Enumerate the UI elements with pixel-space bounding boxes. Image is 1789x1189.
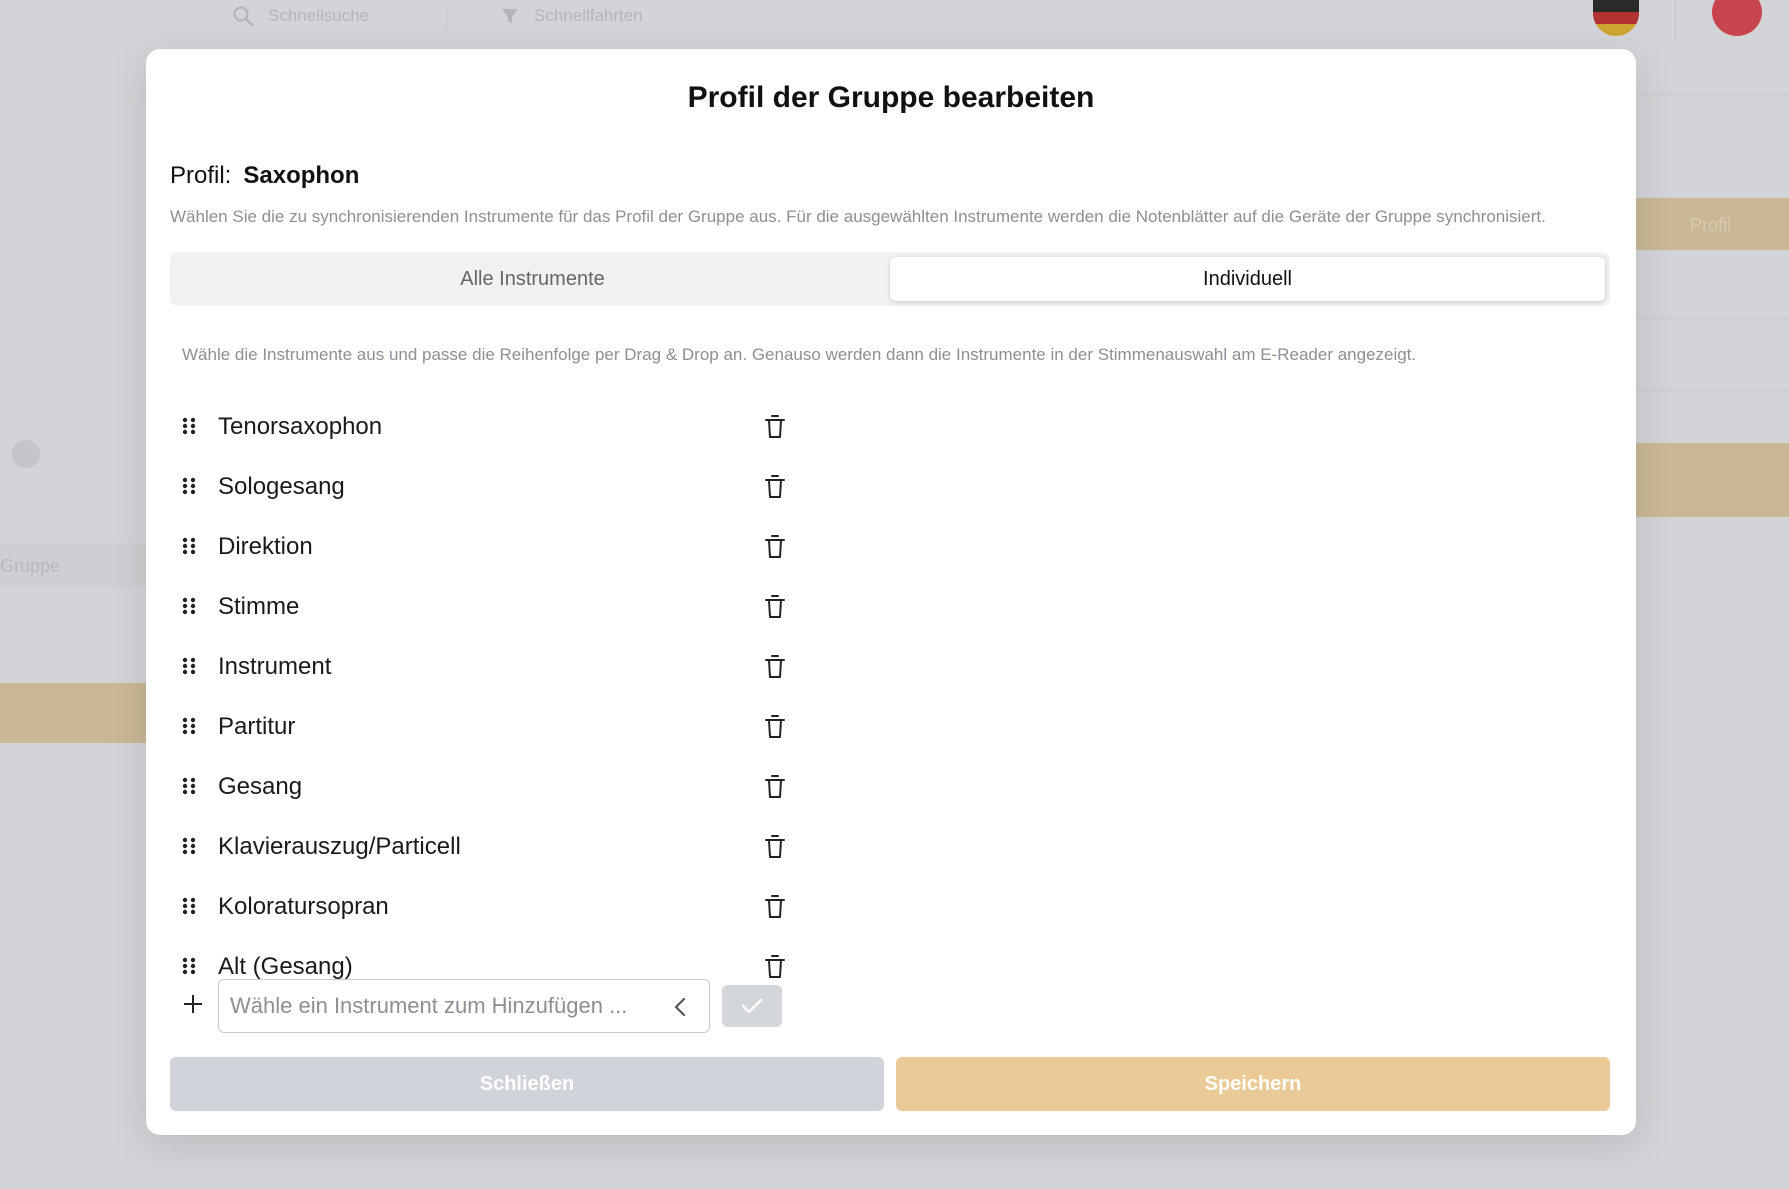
instrument-name: Gesang	[218, 773, 303, 800]
add-instrument-row	[182, 979, 802, 1035]
instrument-mode-tabs: Alle Instrumente Individuell	[170, 252, 1610, 306]
instrument-name: Stimme	[218, 593, 300, 620]
dialog-title: Profil der Gruppe bearbeiten	[687, 81, 1095, 114]
background-line	[1636, 390, 1789, 391]
chevron-left-icon[interactable]	[673, 997, 687, 1017]
drag-handle-icon[interactable]	[182, 656, 202, 680]
instrument-name: Direktion	[218, 533, 313, 560]
instrument-row[interactable]: Sologesang	[182, 461, 802, 521]
profile-description: Wählen Sie die zu synchronisierenden Ins…	[170, 207, 1546, 226]
avatar	[1712, 0, 1762, 36]
instrument-row[interactable]: Koloratursopran	[182, 881, 802, 941]
edit-group-profile-dialog: Profil der Gruppe bearbeiten Profil: Sax…	[146, 49, 1636, 1135]
drag-handle-icon[interactable]	[182, 896, 202, 920]
trash-icon	[764, 534, 786, 560]
instrument-name: Koloratursopran	[218, 893, 389, 920]
plus-icon	[184, 995, 202, 1013]
drag-handle-icon[interactable]	[182, 416, 202, 440]
instrument-name: Sologesang	[218, 473, 345, 500]
trash-icon	[764, 774, 786, 800]
check-icon	[741, 998, 763, 1014]
background-search-text: Schnellsuche	[268, 6, 370, 25]
drag-handle-icon[interactable]	[182, 836, 202, 860]
profile-label: Profil:	[170, 162, 232, 189]
drag-handle-icon[interactable]	[182, 776, 202, 800]
close-button[interactable]: Schließen	[170, 1057, 884, 1111]
save-button[interactable]: Speichern	[896, 1057, 1610, 1111]
trash-icon	[764, 474, 786, 500]
trash-icon	[764, 594, 786, 620]
delete-instrument-button[interactable]	[758, 469, 792, 505]
background-divider	[446, 6, 447, 30]
trash-icon	[764, 714, 786, 740]
trash-icon	[764, 414, 786, 440]
background-avatar	[12, 440, 40, 468]
confirm-add-button[interactable]	[722, 985, 782, 1027]
instrument-row[interactable]: Direktion	[182, 521, 802, 581]
instrument-select[interactable]	[218, 979, 710, 1033]
background-text-2: Profil	[1690, 215, 1732, 235]
drag-handle-icon[interactable]	[182, 716, 202, 740]
background-search-text-2: Schnellfahrten	[534, 6, 643, 25]
delete-instrument-button[interactable]	[758, 529, 792, 565]
background-highlight	[0, 683, 150, 743]
delete-instrument-button[interactable]	[758, 769, 792, 805]
drag-drop-hint: Wähle die Instrumente aus und passe die …	[182, 345, 1417, 364]
background-topbar: Schnellsuche Schnellfahrten	[0, 0, 1789, 40]
instrument-name: Tenorsaxophon	[218, 413, 383, 440]
drag-handle-icon[interactable]	[182, 476, 202, 500]
german-flag-icon	[1593, 0, 1639, 36]
instrument-select-input[interactable]	[230, 993, 650, 1019]
tab-individual[interactable]: Individuell	[890, 257, 1605, 301]
instrument-row[interactable]: Tenorsaxophon	[182, 401, 802, 461]
trash-icon	[764, 654, 786, 680]
trash-icon	[764, 954, 786, 980]
background-divider-2	[1675, 0, 1676, 40]
filter-icon	[502, 9, 518, 23]
instrument-name: Klavierauszug/Particell	[218, 833, 461, 860]
drag-handle-icon[interactable]	[182, 536, 202, 560]
delete-instrument-button[interactable]	[758, 709, 792, 745]
profile-value: Saxophon	[243, 162, 360, 189]
delete-instrument-button[interactable]	[758, 829, 792, 865]
instrument-row[interactable]: Klavierauszug/Particell	[182, 821, 802, 881]
delete-instrument-button[interactable]	[758, 889, 792, 925]
background-search: Schnellsuche	[232, 3, 369, 29]
background-line	[1636, 94, 1789, 95]
background-text: Gruppe	[0, 556, 61, 576]
instrument-name: Alt (Gesang)	[218, 953, 353, 980]
instrument-list: Tenorsaxophon Sologesang Direktion Stimme In…	[182, 401, 802, 1001]
instrument-row[interactable]: Gesang	[182, 761, 802, 821]
trash-icon	[764, 894, 786, 920]
tab-all-instruments[interactable]: Alle Instrumente	[175, 257, 890, 301]
instrument-row[interactable]: Partitur	[182, 701, 802, 761]
instrument-row[interactable]: Stimme	[182, 581, 802, 641]
background-search-2: Schnellfahrten	[500, 3, 643, 29]
delete-instrument-button[interactable]	[758, 589, 792, 625]
background-highlight	[1630, 443, 1789, 517]
instrument-row[interactable]: Instrument	[182, 641, 802, 701]
trash-icon	[764, 834, 786, 860]
drag-handle-icon[interactable]	[182, 956, 202, 980]
instrument-name: Instrument	[218, 653, 332, 680]
search-icon	[233, 6, 254, 27]
instrument-name: Partitur	[218, 713, 296, 740]
delete-instrument-button[interactable]	[758, 649, 792, 685]
background-line	[1636, 318, 1789, 319]
profile-line: Profil: Saxophon	[170, 162, 359, 190]
drag-handle-icon[interactable]	[182, 596, 202, 620]
delete-instrument-button[interactable]	[758, 409, 792, 445]
